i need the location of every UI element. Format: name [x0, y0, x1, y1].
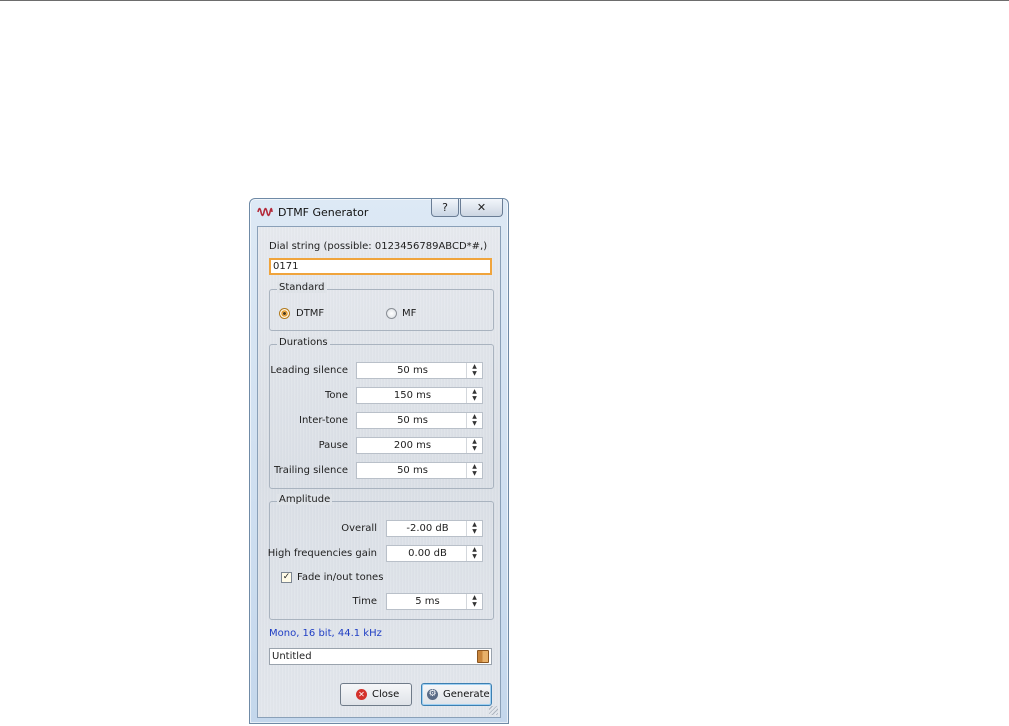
durations-group: Durations Leading silence 50 ms ▲ ▼ Tone …	[269, 337, 494, 489]
trailing-silence-value: 50 ms	[397, 465, 428, 476]
leading-silence-spinbox[interactable]: 50 ms ▲ ▼	[356, 362, 483, 379]
waveform-icon	[257, 207, 273, 217]
window-close-button[interactable]: ✕	[460, 199, 503, 217]
pause-label: Pause	[318, 440, 348, 451]
mf-radio[interactable]	[386, 308, 397, 319]
leading-silence-label: Leading silence	[270, 365, 348, 376]
inter-tone-value: 50 ms	[397, 415, 428, 426]
durations-group-title: Durations	[277, 337, 330, 348]
spin-arrows-icon[interactable]: ▲ ▼	[466, 388, 482, 403]
fade-tones-checkbox[interactable]: ✓	[281, 572, 292, 583]
top-divider	[0, 0, 1009, 1]
high-frequencies-gain-label: High frequencies gain	[267, 548, 377, 559]
output-file-field[interactable]: Untitled	[269, 648, 492, 665]
tone-label: Tone	[324, 390, 348, 401]
trailing-silence-spinbox[interactable]: 50 ms ▲ ▼	[356, 462, 483, 479]
trailing-silence-label: Trailing silence	[274, 465, 348, 476]
spin-arrows-icon[interactable]: ▲ ▼	[466, 363, 482, 378]
audio-format-link[interactable]: Mono, 16 bit, 44.1 kHz	[269, 628, 382, 639]
fade-tones-label[interactable]: Fade in/out tones	[297, 572, 383, 583]
overall-value: -2.00 dB	[406, 523, 449, 534]
dtmf-generator-dialog: DTMF Generator ? ✕ Dial string (possible…	[249, 198, 509, 724]
pause-value: 200 ms	[393, 440, 432, 451]
mf-radio-label[interactable]: MF	[402, 308, 416, 319]
dialog-body: Dial string (possible: 0123456789ABCD*#,…	[257, 226, 501, 718]
tone-value: 150 ms	[393, 390, 432, 401]
amplitude-group-title: Amplitude	[277, 494, 333, 505]
help-button[interactable]: ?	[431, 199, 459, 217]
fade-time-label: Time	[352, 596, 377, 607]
spin-arrows-icon[interactable]: ▲ ▼	[466, 438, 482, 453]
close-button-label: Close	[372, 689, 400, 700]
spin-arrows-icon[interactable]: ▲ ▼	[466, 521, 482, 536]
close-button[interactable]: ✕ Close	[340, 683, 412, 706]
dtmf-radio-label[interactable]: DTMF	[296, 308, 324, 319]
standard-group: Standard DTMF MF	[269, 282, 494, 331]
dtmf-radio[interactable]	[279, 308, 290, 319]
close-icon: ✕	[356, 689, 367, 700]
inter-tone-spinbox[interactable]: 50 ms ▲ ▼	[356, 412, 483, 429]
tone-spinbox[interactable]: 150 ms ▲ ▼	[356, 387, 483, 404]
fade-time-value: 5 ms	[415, 596, 440, 607]
standard-group-title: Standard	[277, 282, 327, 293]
overall-label: Overall	[341, 523, 377, 534]
high-frequencies-gain-spinbox[interactable]: 0.00 dB ▲ ▼	[386, 545, 483, 562]
dial-string-label: Dial string (possible: 0123456789ABCD*#,…	[269, 241, 488, 252]
generate-button-label: Generate	[443, 689, 490, 700]
spin-arrows-icon[interactable]: ▲ ▼	[466, 413, 482, 428]
pause-spinbox[interactable]: 200 ms ▲ ▼	[356, 437, 483, 454]
inter-tone-label: Inter-tone	[299, 415, 348, 426]
generate-button[interactable]: ⚙ Generate	[421, 683, 492, 706]
gear-icon: ⚙	[427, 689, 438, 700]
dial-string-input[interactable]: 0171	[269, 258, 492, 275]
output-file-name: Untitled	[272, 651, 312, 662]
spin-arrows-icon[interactable]: ▲ ▼	[466, 594, 482, 609]
spin-arrows-icon[interactable]: ▲ ▼	[466, 546, 482, 561]
window-title: DTMF Generator	[278, 206, 369, 219]
amplitude-group: Amplitude Overall -2.00 dB ▲ ▼ High frequ…	[267, 494, 494, 620]
fade-time-spinbox[interactable]: 5 ms ▲ ▼	[386, 593, 483, 610]
leading-silence-value: 50 ms	[397, 365, 428, 376]
spin-arrows-icon[interactable]: ▲ ▼	[466, 463, 482, 478]
browse-folder-icon[interactable]	[477, 650, 489, 663]
title-bar[interactable]: DTMF Generator ? ✕	[250, 199, 508, 225]
resize-grip-icon[interactable]	[489, 706, 498, 715]
high-frequencies-gain-value: 0.00 dB	[408, 548, 447, 559]
overall-spinbox[interactable]: -2.00 dB ▲ ▼	[386, 520, 483, 537]
